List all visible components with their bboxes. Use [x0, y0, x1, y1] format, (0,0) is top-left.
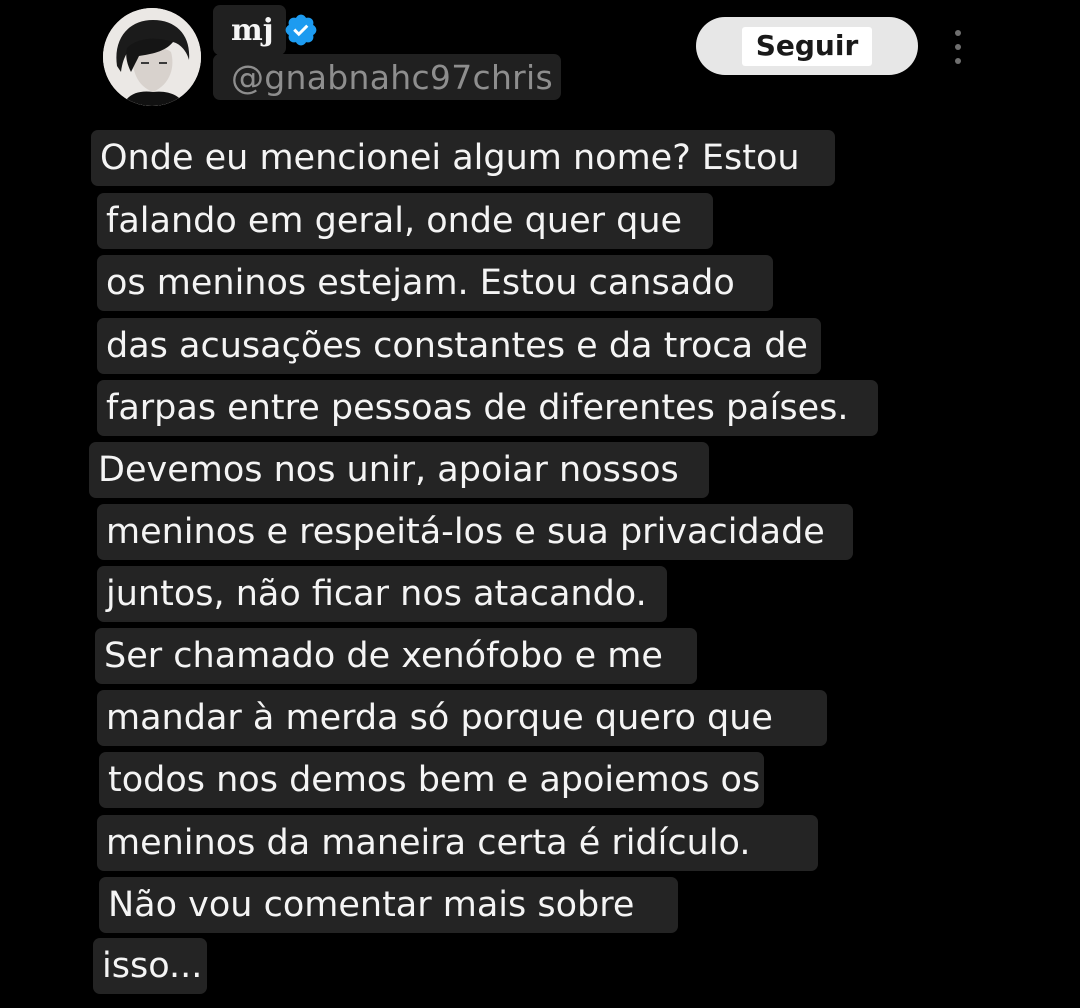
tweet-line: farpas entre pessoas de diferentes paíse…: [97, 380, 878, 436]
follow-button[interactable]: Seguir: [696, 17, 918, 75]
tweet-line: Devemos nos unir, apoiar nossos: [89, 442, 709, 498]
tweet-line: Onde eu mencionei algum nome? Estou: [91, 130, 835, 186]
user-handle: @gnabnahc97chris: [231, 57, 554, 97]
tweet-line: isso...: [93, 938, 207, 994]
avatar-image: [103, 8, 201, 106]
tweet-line: todos nos demos bem e apoiemos os: [99, 752, 764, 808]
handle-box[interactable]: @gnabnahc97chris: [213, 54, 562, 100]
tweet-line: meninos e respeitá-los e sua privacidade: [97, 504, 853, 560]
tweet-line: meninos da maneira certa é ridículo.: [97, 815, 818, 871]
more-dot: [955, 58, 961, 64]
tweet-line: os meninos estejam. Estou cansado: [97, 255, 773, 311]
display-name-box[interactable]: mj: [213, 5, 286, 55]
tweet: mj @gnabnahc97chris Seguir Onde eu menci…: [0, 0, 1080, 1008]
tweet-line: falando em geral, onde quer que: [97, 193, 713, 249]
tweet-line: juntos, não ficar nos atacando.: [97, 566, 667, 622]
more-dot: [955, 30, 961, 36]
tweet-line: Ser chamado de xenófobo e me: [95, 628, 697, 684]
display-name: mj: [231, 12, 274, 48]
tweet-line: mandar à merda só porque quero que: [97, 690, 827, 746]
tweet-line: Não vou comentar mais sobre: [99, 877, 678, 933]
verified-badge-icon: [285, 14, 317, 46]
more-dot: [955, 44, 961, 50]
avatar[interactable]: [103, 8, 201, 106]
follow-button-label: Seguir: [741, 26, 873, 66]
tweet-line: das acusações constantes e da troca de: [97, 318, 821, 374]
more-vertical-icon[interactable]: [948, 30, 968, 64]
